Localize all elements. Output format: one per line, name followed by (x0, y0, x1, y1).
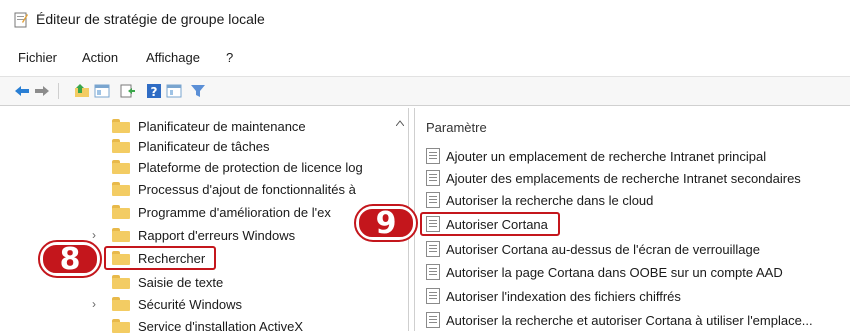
tree-item-label: Sécurité Windows (138, 296, 243, 312)
column-header-parametre[interactable]: Paramètre (426, 120, 487, 135)
setting-row[interactable]: Autoriser l'indexation des fichiers chif… (426, 286, 681, 306)
setting-row[interactable]: Ajouter des emplacements de recherche In… (426, 168, 801, 188)
tree-item-label: Planificateur de tâches (138, 138, 270, 154)
policy-setting-icon (426, 241, 440, 257)
tree-item-label: Programme d'amélioration de l'ex (138, 204, 331, 220)
setting-label: Autoriser la page Cortana dans OOBE sur … (446, 264, 783, 280)
setting-label: Autoriser la recherche dans le cloud (446, 192, 654, 208)
folder-icon (112, 119, 130, 133)
tree-item-programme-amelioration[interactable]: Programme d'amélioration de l'ex (112, 202, 331, 222)
window-title: Éditeur de stratégie de groupe locale (36, 11, 265, 27)
menu-affichage[interactable]: Affichage (146, 50, 200, 65)
menu-help[interactable]: ? (226, 50, 233, 65)
tree-item-label: Rapport d'erreurs Windows (138, 227, 296, 243)
tree-item-securite-windows[interactable]: Sécurité Windows (112, 294, 242, 314)
menu-bar: Fichier Action Affichage ? (0, 46, 850, 70)
folder-icon (112, 297, 130, 311)
policy-setting-icon (426, 192, 440, 208)
policy-setting-icon (426, 264, 440, 280)
policy-setting-icon (426, 312, 440, 328)
filter-icon[interactable] (190, 83, 206, 99)
setting-label: Ajouter un emplacement de recherche Intr… (446, 148, 767, 164)
setting-label: Ajouter des emplacements de recherche In… (446, 170, 801, 186)
folder-up-icon[interactable] (74, 83, 90, 99)
tree-item-label: Saisie de texte (138, 274, 224, 290)
setting-label: Autoriser Cortana au-dessus de l'écran d… (446, 241, 760, 257)
scroll-up-icon[interactable] (396, 120, 404, 126)
setting-label: Autoriser l'indexation des fichiers chif… (446, 288, 681, 304)
export-list-icon[interactable] (120, 83, 136, 99)
tree-item-processus-ajout[interactable]: Processus d'ajout de fonctionnalités à (112, 179, 356, 199)
folder-icon (112, 160, 130, 174)
highlight-autoriser-cortana (420, 212, 560, 236)
step-badge-8: 8 (38, 240, 102, 278)
setting-label: Autoriser la recherche et autoriser Cort… (446, 312, 813, 328)
policy-setting-icon (426, 288, 440, 304)
step-badge-9: 9 (354, 204, 418, 242)
tree-item-label: Processus d'ajout de fonctionnalités à (138, 181, 356, 197)
tree-item-label: Service d'installation ActiveX (138, 318, 304, 334)
toolbar-separator (58, 83, 59, 99)
toolbar: ? (0, 76, 850, 106)
svg-text:?: ? (151, 85, 158, 99)
help-icon[interactable]: ? (146, 83, 162, 99)
setting-row[interactable]: Ajouter un emplacement de recherche Intr… (426, 146, 766, 166)
highlight-rechercher (104, 246, 216, 270)
setting-row[interactable]: Autoriser la page Cortana dans OOBE sur … (426, 262, 783, 282)
tree-item-planificateur-maintenance[interactable]: Planificateur de maintenance (112, 116, 306, 136)
tree-item-rapport-erreurs[interactable]: Rapport d'erreurs Windows (112, 225, 295, 245)
forward-arrow-icon[interactable] (34, 83, 50, 99)
folder-icon (112, 275, 130, 289)
setting-row[interactable]: Autoriser la recherche et autoriser Cort… (426, 310, 813, 330)
tree-item-service-installation-activex[interactable]: Service d'installation ActiveX (112, 316, 303, 336)
app-icon (14, 12, 28, 28)
tree-item-label: Plateforme de protection de licence log (138, 159, 363, 175)
show-hide-tree-icon[interactable] (94, 83, 110, 99)
menu-fichier[interactable]: Fichier (18, 50, 57, 65)
policy-setting-icon (426, 170, 440, 186)
setting-row[interactable]: Autoriser la recherche dans le cloud (426, 190, 653, 210)
setting-row[interactable]: Autoriser Cortana au-dessus de l'écran d… (426, 239, 760, 259)
tree-item-saisie-texte[interactable]: Saisie de texte (112, 272, 223, 292)
chevron-right-icon[interactable]: › (92, 297, 96, 311)
tree-item-label: Planificateur de maintenance (138, 118, 306, 134)
folder-icon (112, 228, 130, 242)
tree-item-plateforme-protection[interactable]: Plateforme de protection de licence log (112, 157, 363, 177)
title-bar: Éditeur de stratégie de groupe locale (0, 0, 850, 38)
folder-icon (112, 139, 130, 153)
menu-action[interactable]: Action (82, 50, 118, 65)
folder-icon (112, 182, 130, 196)
properties-icon[interactable] (166, 83, 182, 99)
back-arrow-icon[interactable] (14, 83, 30, 99)
tree-item-planificateur-taches[interactable]: Planificateur de tâches (112, 136, 270, 156)
folder-icon (112, 205, 130, 219)
chevron-right-icon[interactable]: › (92, 228, 96, 242)
policy-setting-icon (426, 148, 440, 164)
